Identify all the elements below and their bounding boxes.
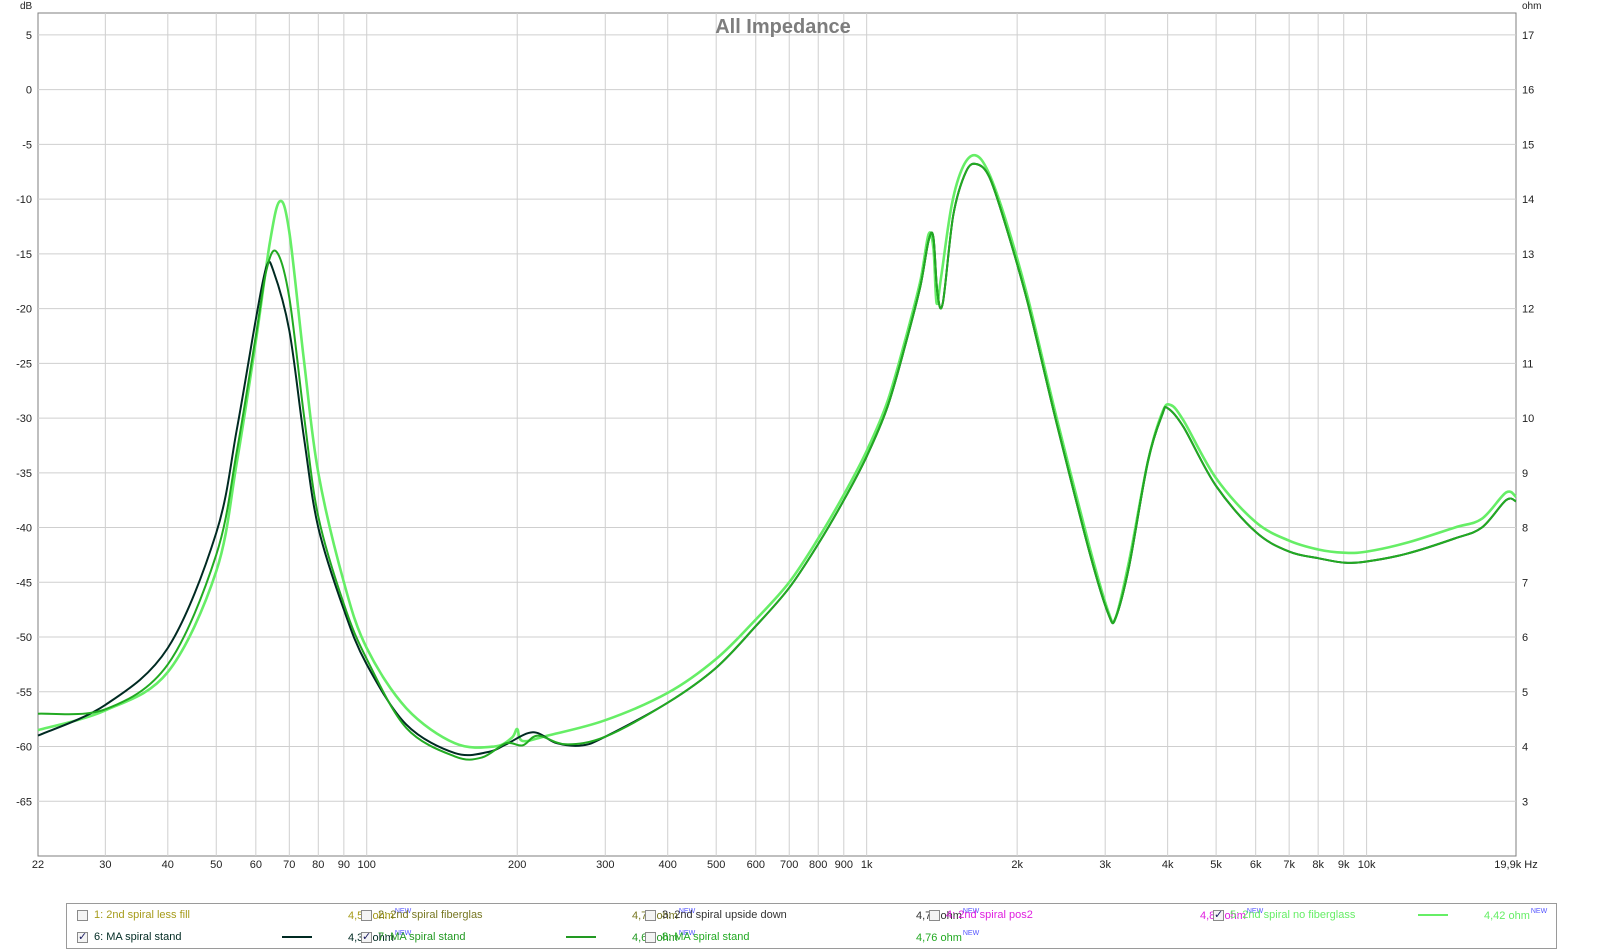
legend-label: 6: MA spiral stand — [94, 931, 182, 943]
y-left-tick-label: -10 — [16, 194, 32, 206]
x-tick-label: 500 — [707, 859, 725, 871]
y-axis-left-ticks: 5 0 -5 -10 -15 -20 -25 -30 -35 -40 -45 -50 -55 -60 -65 — [16, 30, 32, 808]
x-tick-label: 90 — [338, 859, 350, 871]
y-left-tick-label: 5 — [26, 30, 32, 42]
y-right-tick-label: 12 — [1522, 304, 1534, 316]
x-tick-label: 3k — [1099, 859, 1111, 871]
x-tick-label: 10k — [1358, 859, 1376, 871]
plot-area — [37, 12, 1517, 857]
x-tick-label: 5k — [1210, 859, 1222, 871]
y-left-tick-label: -65 — [16, 796, 32, 808]
legend-checkbox[interactable] — [361, 909, 372, 921]
y-right-tick-label: 4 — [1522, 742, 1528, 754]
legend-checkbox[interactable] — [929, 909, 940, 921]
x-tick-label: 900 — [835, 859, 853, 871]
legend-new-badge: NEW — [962, 930, 980, 937]
x-tick-label: 9k — [1338, 859, 1350, 871]
legend-value: 4,42 ohmNEW — [1484, 908, 1548, 922]
impedance-chart: 22 30 40 50 60 70 80 90 100 200 300 400 500 600 700 800… — [16, 1, 1541, 871]
y-left-tick-label: -45 — [16, 577, 32, 589]
y-left-tick-label: 0 — [26, 85, 32, 97]
y-right-tick-label: 3 — [1522, 796, 1528, 808]
x-tick-label: 80 — [312, 859, 324, 871]
y-right-unit: ohm — [1522, 1, 1541, 12]
x-tick-label: 300 — [596, 859, 614, 871]
y-left-tick-label: -60 — [16, 742, 32, 754]
y-right-tick-label: 15 — [1522, 139, 1534, 151]
legend-checkbox[interactable] — [645, 909, 656, 921]
x-tick-label: 19,9k Hz — [1494, 859, 1537, 871]
legend-label: 8: MA spiral stand — [662, 931, 750, 943]
x-tick-label: 8k — [1312, 859, 1324, 871]
x-tick-label: 22 — [32, 859, 44, 871]
x-tick-label: 6k — [1250, 859, 1262, 871]
x-tick-label: 100 — [358, 859, 376, 871]
x-tick-label: 7k — [1283, 859, 1295, 871]
y-right-tick-label: 14 — [1522, 194, 1534, 206]
x-tick-label: 40 — [162, 859, 174, 871]
x-tick-label: 200 — [508, 859, 526, 871]
legend-checkbox[interactable] — [77, 909, 88, 921]
legend-label: 3: 2nd spiral upside down — [662, 909, 787, 921]
x-tick-label: 60 — [250, 859, 262, 871]
y-right-tick-label: 8 — [1522, 523, 1528, 535]
y-right-tick-label: 10 — [1522, 413, 1534, 425]
x-tick-label: 700 — [780, 859, 798, 871]
x-axis-ticks: 22 30 40 50 60 70 80 90 100 200 300 400 500 600 700 800… — [32, 859, 1538, 871]
y-right-tick-label: 6 — [1522, 632, 1528, 644]
y-axis-right-ticks: 17 16 15 14 13 12 11 10 9 8 7 6 5 4 3 — [1522, 30, 1534, 808]
y-left-tick-label: -20 — [16, 304, 32, 316]
x-tick-label: 800 — [809, 859, 827, 871]
x-tick-label: 70 — [283, 859, 295, 871]
legend-checkbox[interactable] — [645, 931, 656, 943]
y-left-tick-label: -40 — [16, 523, 32, 535]
legend-line-swatch — [1418, 914, 1448, 916]
y-left-tick-label: -5 — [22, 139, 32, 151]
x-tick-label: 30 — [99, 859, 111, 871]
legend-label: 1: 2nd spiral less fill — [94, 909, 190, 921]
x-tick-label: 1k — [861, 859, 873, 871]
chart-title: All Impedance — [715, 16, 851, 38]
legend-panel: 1: 2nd spiral less fill 4,52 ohmNEW 2: 2nd… — [66, 903, 1557, 949]
x-tick-label: 50 — [210, 859, 222, 871]
x-tick-label: 400 — [659, 859, 677, 871]
y-right-tick-label: 11 — [1522, 358, 1533, 370]
legend-checkbox[interactable]: ✓ — [77, 931, 88, 943]
legend-value: 4,76 ohmNEW — [916, 930, 980, 944]
y-right-tick-label: 16 — [1522, 85, 1534, 97]
y-left-tick-label: -50 — [16, 632, 32, 644]
y-left-tick-label: -30 — [16, 413, 32, 425]
legend-label: 2: 2nd spiral fiberglas — [378, 909, 483, 921]
y-left-tick-label: -35 — [16, 468, 32, 480]
y-right-tick-label: 17 — [1522, 30, 1534, 42]
y-right-tick-label: 7 — [1522, 577, 1528, 589]
legend-item: 8: MA spiral stand 4,76 ohmNEW — [645, 927, 979, 947]
y-right-tick-label: 9 — [1522, 468, 1528, 480]
legend-label: 4: 2nd spiral pos2 — [946, 909, 1033, 921]
y-left-unit: dB — [20, 1, 33, 12]
legend-line-swatch — [282, 936, 312, 938]
legend-checkbox[interactable]: ✓ — [361, 931, 372, 943]
legend-new-badge: NEW — [1530, 908, 1548, 915]
legend-item: ✓ 5: 2nd spiral no fiberglass 4,42 ohmNEW — [1213, 905, 1547, 925]
legend-line-swatch — [566, 936, 596, 938]
y-left-tick-label: -25 — [16, 358, 32, 370]
y-left-tick-label: -15 — [16, 249, 32, 261]
x-tick-label: 600 — [747, 859, 765, 871]
y-left-tick-label: -55 — [16, 687, 32, 699]
y-right-tick-label: 13 — [1522, 249, 1534, 261]
legend-label: 7: MA spiral stand — [378, 931, 466, 943]
legend-checkbox[interactable]: ✓ — [1213, 909, 1224, 921]
x-tick-label: 2k — [1011, 859, 1023, 871]
legend-label: 5: 2nd spiral no fiberglass — [1230, 909, 1356, 921]
x-tick-label: 4k — [1162, 859, 1174, 871]
y-right-tick-label: 5 — [1522, 687, 1528, 699]
